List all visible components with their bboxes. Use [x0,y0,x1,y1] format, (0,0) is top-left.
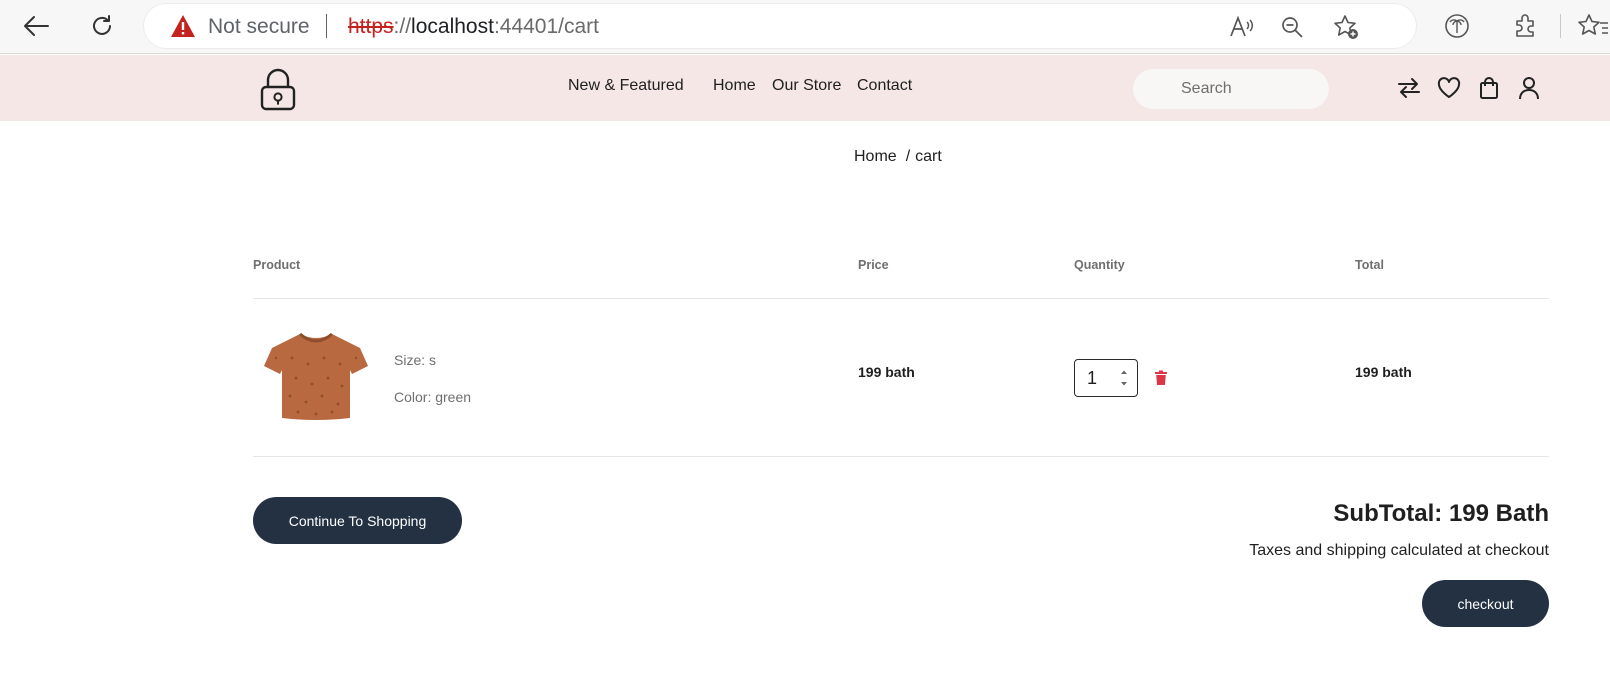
product-size: Size: s [394,352,437,368]
refresh-icon[interactable] [86,10,118,42]
security-label[interactable]: Not secure [208,15,310,39]
nav-home[interactable]: Home [713,77,756,95]
url-scheme: https [348,15,394,38]
product-image[interactable] [260,328,372,424]
warning-icon[interactable] [170,14,196,43]
tax-note: Taxes and shipping calculated at checkou… [1249,542,1549,559]
column-header-product: Product [253,258,301,272]
item-total: 199 bath [1355,364,1412,380]
address-bar[interactable]: Not secure https://localhost:44401/cart [144,4,1416,48]
browser-toolbar: Not secure https://localhost:44401/cart [0,0,1610,54]
lock-logo-icon[interactable] [259,67,297,116]
nav-contact[interactable]: Contact [857,77,912,95]
address-divider [326,14,327,38]
quantity-spin-arrows-icon[interactable] [1117,366,1131,390]
zoom-out-icon[interactable] [1279,14,1305,40]
column-header-quantity: Quantity [1074,258,1125,272]
user-icon[interactable] [1516,75,1542,101]
table-divider [253,298,1549,299]
quantity-stepper[interactable] [1074,359,1138,397]
breadcrumb-separator: / [905,148,911,165]
toolbar-divider [1560,14,1561,38]
item-price: 199 bath [858,364,915,380]
product-color: Color: green [394,389,472,405]
nav-our-store[interactable]: Our Store [772,77,841,95]
column-header-price: Price [858,258,889,272]
column-header-total: Total [1355,258,1384,272]
table-divider [253,456,1549,457]
shopping-bag-icon[interactable] [1476,75,1502,101]
url-host: localhost [411,15,494,38]
continue-shopping-button[interactable]: Continue To Shopping [253,497,462,544]
favorites-icon[interactable] [1578,11,1608,41]
subtotal: SubTotal: 199 Bath [1333,500,1549,527]
checkout-button[interactable]: checkout [1422,580,1549,627]
search-input[interactable] [1133,69,1329,109]
url-separator: :// [393,15,412,38]
url-text[interactable]: https://localhost:44401/cart [348,15,599,39]
breadcrumb-current: cart [915,148,942,165]
compare-icon[interactable] [1396,75,1422,101]
breadcrumb: Home / cart [854,148,942,166]
add-favorite-icon[interactable] [1333,14,1359,40]
site-header: New & Featured Home Our Store Contact [0,55,1610,121]
read-aloud-icon[interactable] [1228,14,1254,40]
breadcrumb-home[interactable]: Home [854,148,897,165]
palm-tree-icon[interactable] [1442,11,1472,41]
url-port: :44401 [493,15,559,38]
back-arrow-icon[interactable] [20,10,52,42]
extensions-icon[interactable] [1510,11,1540,41]
quantity-input[interactable] [1087,368,1113,388]
trash-icon[interactable] [1154,370,1168,386]
url-path: /cart [558,15,600,38]
heart-icon[interactable] [1436,75,1462,101]
nav-new-featured[interactable]: New & Featured [568,77,684,95]
